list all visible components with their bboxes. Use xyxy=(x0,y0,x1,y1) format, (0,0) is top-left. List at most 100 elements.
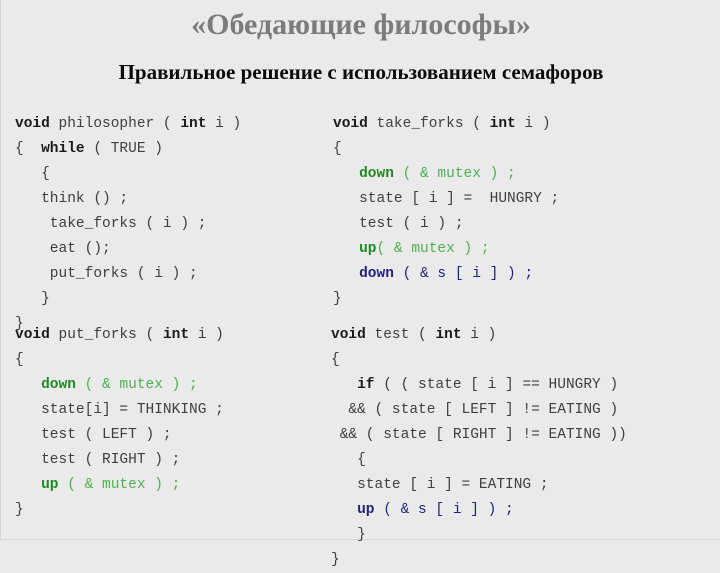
code-token: up xyxy=(357,501,375,518)
code-line: down ( & mutex ) ; xyxy=(333,162,559,187)
code-token: { xyxy=(15,165,50,182)
code-token: test ( LEFT ) ; xyxy=(15,426,172,443)
code-token: int xyxy=(435,326,462,343)
code-token: ( & mutex ) ; xyxy=(376,240,490,257)
code-token: { xyxy=(331,351,340,368)
code-token: i ) xyxy=(189,326,224,343)
code-token: take_forks ( i ) ; xyxy=(15,215,207,232)
code-token: i ) xyxy=(515,115,551,132)
code-token: state [ i ] = EATING ; xyxy=(331,476,549,493)
code-token: while xyxy=(41,140,85,157)
code-line: take_forks ( i ) ; xyxy=(15,212,241,237)
code-line: } xyxy=(15,287,241,312)
code-token: ( TRUE ) xyxy=(84,140,163,157)
code-line: up ( & mutex ) ; xyxy=(15,473,224,498)
code-token: put_forks ( i ) ; xyxy=(15,265,198,282)
code-token: ( & mutex ) ; xyxy=(58,476,181,493)
code-line: eat (); xyxy=(15,237,241,262)
code-token: { xyxy=(15,140,42,157)
code-token: void xyxy=(333,115,368,132)
code-token: } xyxy=(15,290,50,307)
code-token: ( & s [ i ] ) ; xyxy=(393,265,534,282)
code-line: think () ; xyxy=(15,187,241,212)
code-token: { xyxy=(333,140,342,157)
code-token: philosopher ( xyxy=(49,115,181,132)
code-line: void put_forks ( int i ) xyxy=(15,323,224,348)
code-token: } xyxy=(15,501,24,518)
code-line: && ( state [ LEFT ] != EATING ) xyxy=(331,398,627,423)
code-line: { while ( TRUE ) xyxy=(15,137,241,162)
code-token: down xyxy=(41,376,76,393)
code-token: } xyxy=(331,551,340,568)
code-line: { xyxy=(15,162,241,187)
code-line: down ( & s [ i ] ) ; xyxy=(333,262,559,287)
code-line: { xyxy=(333,137,559,162)
code-token: void xyxy=(15,115,50,132)
code-token: } xyxy=(333,290,342,307)
code-token: state[i] = THINKING ; xyxy=(15,401,224,418)
code-token: up xyxy=(41,476,59,493)
code-block-test: void test ( int i ) { if ( ( state [ i ] … xyxy=(331,323,627,573)
page-subtitle: Правильное решение с использованием сема… xyxy=(118,60,604,84)
code-token: int xyxy=(162,326,190,343)
code-block-take-forks: void take_forks ( int i ) { down ( & mute… xyxy=(333,112,559,312)
code-block-philosopher: void philosopher ( int i ){ while ( TRUE… xyxy=(15,112,241,337)
code-token: i ) xyxy=(461,326,497,343)
code-block-put-forks: void put_forks ( int i ) { down ( & mutex… xyxy=(15,323,224,523)
code-token: ( & mutex ) ; xyxy=(393,165,516,182)
page-title: «Обедающие философы» xyxy=(191,8,531,41)
code-token: down xyxy=(359,265,394,282)
code-line: test ( RIGHT ) ; xyxy=(15,448,224,473)
code-token: } xyxy=(331,526,366,543)
code-line: { xyxy=(331,348,627,373)
code-token: if xyxy=(357,376,375,393)
code-token: test ( RIGHT ) ; xyxy=(15,451,181,468)
code-line: state [ i ] = HUNGRY ; xyxy=(333,187,559,212)
code-token: ( ( state [ i ] == HUNGRY ) xyxy=(374,376,619,393)
code-line: void philosopher ( int i ) xyxy=(15,112,241,137)
code-line: void take_forks ( int i ) xyxy=(333,112,559,137)
code-token: think () ; xyxy=(15,190,129,207)
code-line: } xyxy=(15,498,224,523)
code-line: && ( state [ RIGHT ] != EATING )) xyxy=(331,423,627,448)
code-line: { xyxy=(15,348,224,373)
code-line: state [ i ] = EATING ; xyxy=(331,473,627,498)
code-line: test ( i ) ; xyxy=(333,212,559,237)
code-token: ( & s [ i ] ) ; xyxy=(374,501,514,518)
code-token: take_forks ( xyxy=(367,115,490,132)
code-token: down xyxy=(359,165,394,182)
code-line: } xyxy=(331,548,627,573)
code-token: i ) xyxy=(206,115,242,132)
code-token: int xyxy=(489,115,516,132)
code-token: { xyxy=(15,351,24,368)
code-token: void xyxy=(331,326,366,343)
code-line: } xyxy=(333,287,559,312)
code-token: && ( state [ LEFT ] != EATING ) xyxy=(331,401,619,418)
code-line: put_forks ( i ) ; xyxy=(15,262,241,287)
code-token: { xyxy=(331,451,366,468)
slide-canvas: «Обедающие философы» Правильное решение … xyxy=(0,0,720,568)
code-token: state [ i ] = HUNGRY ; xyxy=(333,190,560,207)
code-line: } xyxy=(331,523,627,548)
code-token: && ( state [ RIGHT ] != EATING )) xyxy=(331,426,627,443)
code-line: if ( ( state [ i ] == HUNGRY ) xyxy=(331,373,627,398)
code-line: { xyxy=(331,448,627,473)
code-line: test ( LEFT ) ; xyxy=(15,423,224,448)
code-line: down ( & mutex ) ; xyxy=(15,373,224,398)
code-line: up ( & s [ i ] ) ; xyxy=(331,498,627,523)
code-line: state[i] = THINKING ; xyxy=(15,398,224,423)
code-token: int xyxy=(180,115,207,132)
code-token: test ( xyxy=(365,326,436,343)
code-token: test ( i ) ; xyxy=(333,215,464,232)
code-token: put_forks ( xyxy=(49,326,163,343)
code-token: ( & mutex ) ; xyxy=(75,376,198,393)
code-token: eat (); xyxy=(15,240,111,257)
code-token: void xyxy=(15,326,50,343)
